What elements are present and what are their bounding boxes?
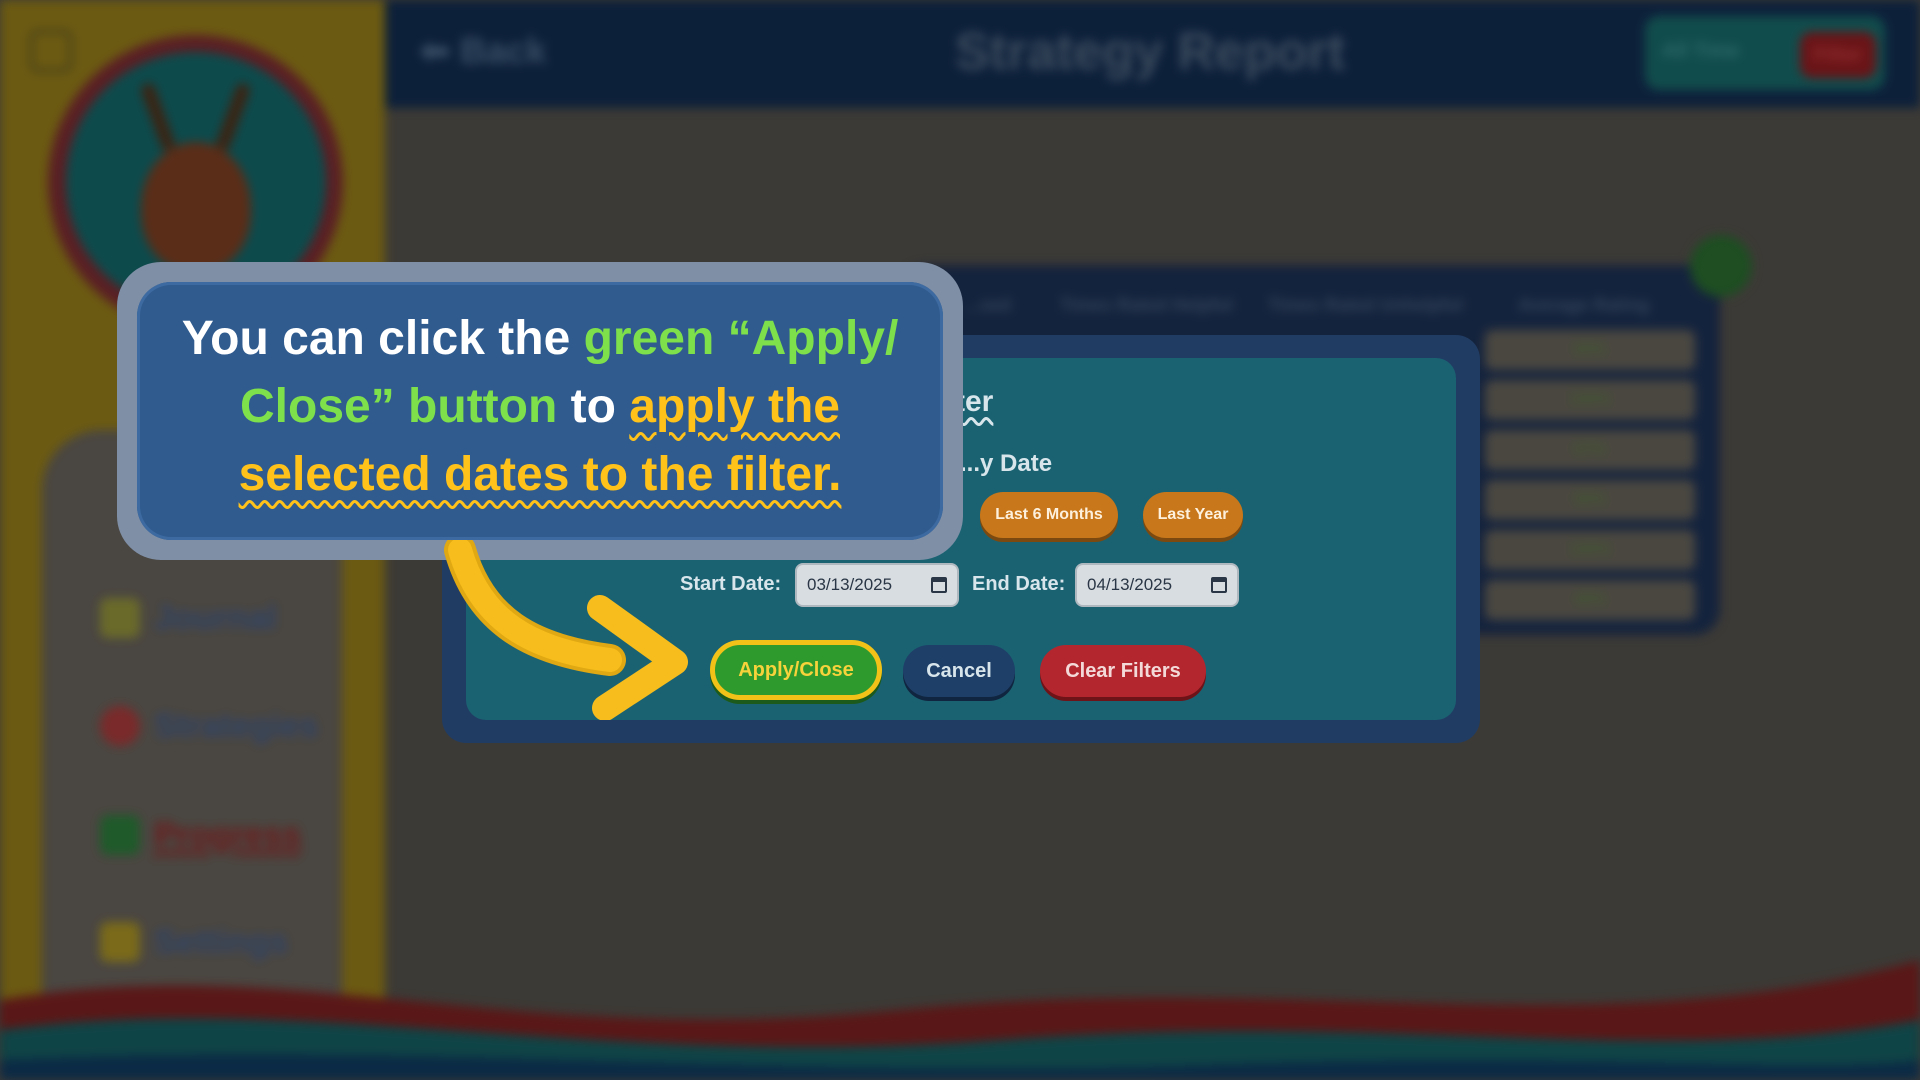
apply-close-button[interactable]: Apply/Close [710, 640, 882, 700]
rating-cell: 67% [1485, 430, 1695, 470]
table-header: ...sed Times Rated Helpful Times Rated U… [920, 295, 1700, 325]
filter-toggle[interactable]: Filter [1800, 32, 1876, 78]
cancel-button[interactable]: Cancel [903, 645, 1015, 697]
wave-decoration [0, 960, 1920, 1080]
sidebar-item-label: Strategies [154, 706, 319, 745]
download-button[interactable] [1690, 235, 1752, 297]
lightbulb-icon [100, 706, 140, 746]
pointer-arrow-icon [444, 540, 688, 720]
section-label: ...y Date [960, 450, 1053, 477]
sidebar-item-label: Progress [154, 815, 302, 854]
rating-cell: 100% [1485, 380, 1695, 420]
bar-chart-icon [100, 815, 140, 855]
end-date-field[interactable]: 04/13/2025 [1075, 563, 1239, 607]
clear-filters-button[interactable]: Clear Filters [1040, 645, 1206, 697]
pencil-icon [100, 598, 140, 638]
menu-toggle-icon[interactable] [30, 30, 72, 72]
calendar-icon[interactable] [1211, 577, 1227, 593]
back-button[interactable]: ⬅ Back [420, 30, 546, 72]
rating-cell: 40% [1485, 580, 1695, 620]
sidebar-item-label: Journal [154, 598, 277, 637]
sidebar-item-strategies[interactable]: Strategies [100, 706, 318, 746]
rating-cell: 83% [1485, 330, 1695, 370]
sidebar-item-journal[interactable]: Journal [100, 598, 277, 638]
column-header: Times Rated Helpful [1060, 295, 1233, 315]
page-title: Strategy Report [954, 23, 1346, 81]
last-6-months-button[interactable]: Last 6 Months [980, 492, 1118, 538]
rating-cell: 100% [1485, 530, 1695, 570]
tutorial-text: You can click the green “Apply/ Close” b… [181, 312, 899, 501]
all-time-toggle[interactable]: All Time [1662, 40, 1739, 63]
end-date-label: End Date: [972, 573, 1066, 595]
column-header: Times Rated Unhelpful [1268, 295, 1463, 315]
column-header: ...sed [965, 295, 1012, 315]
calendar-icon[interactable] [931, 577, 947, 593]
back-arrow-icon: ⬅ [420, 30, 461, 71]
sidebar-item-progress[interactable]: Progress [100, 815, 301, 855]
start-date-field[interactable]: 03/13/2025 [795, 563, 959, 607]
last-year-button[interactable]: Last Year [1143, 492, 1243, 538]
rating-cell: 50% [1485, 480, 1695, 520]
column-header: Average Rating [1518, 295, 1650, 315]
